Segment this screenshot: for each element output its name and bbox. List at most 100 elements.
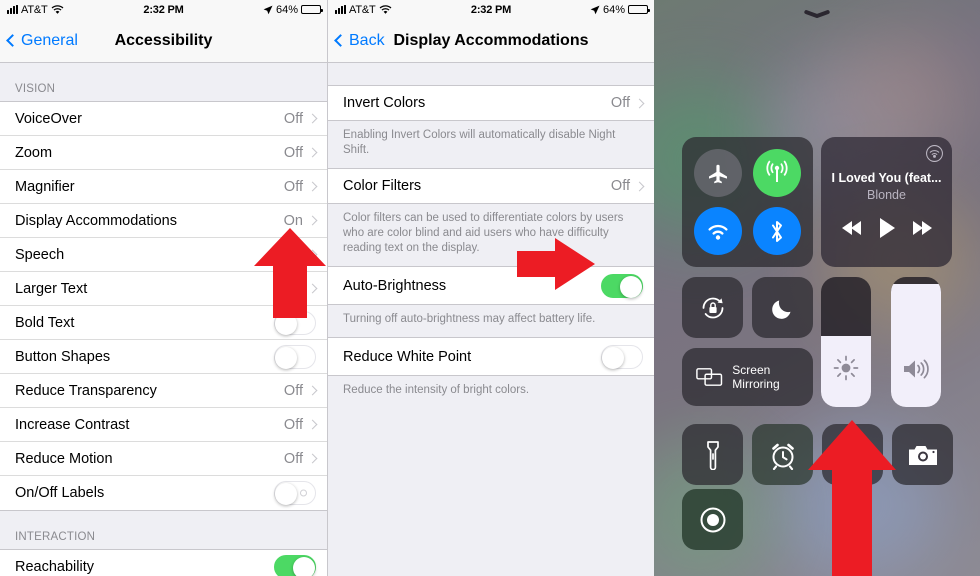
- battery-icon: [301, 5, 323, 14]
- bluetooth-button[interactable]: [753, 207, 801, 255]
- screen-recording-button[interactable]: [682, 489, 743, 550]
- back-button-label: Back: [349, 31, 385, 49]
- location-arrow-icon: [263, 5, 273, 14]
- battery-percent-label: 64%: [275, 3, 298, 16]
- chevron-left-icon: [334, 34, 347, 47]
- chevron-right-icon: [307, 147, 318, 158]
- reachability-toggle[interactable]: [274, 555, 316, 576]
- row-label: Reduce Motion: [15, 450, 113, 467]
- arrow-auto-brightness-toggle: [517, 238, 595, 290]
- auto-brightness-section: Auto-Brightness: [328, 266, 654, 305]
- row-value: Off: [283, 178, 303, 195]
- volume-icon: [891, 357, 941, 381]
- row-magnifier[interactable]: Magnifier Off: [0, 170, 327, 204]
- play-icon[interactable]: [878, 217, 896, 239]
- chevron-down-grabber-icon[interactable]: [804, 12, 830, 22]
- media-card: I Loved You (feat... Blonde: [821, 137, 952, 267]
- chevron-left-icon: [6, 34, 19, 47]
- row-value: On: [283, 212, 303, 229]
- row-button-shapes[interactable]: Button Shapes: [0, 340, 327, 374]
- row-value: Off: [283, 110, 303, 127]
- brightness-slider[interactable]: [821, 277, 871, 407]
- screen-mirroring-label: Screen Mirroring: [732, 363, 780, 391]
- cellular-data-button[interactable]: [753, 149, 801, 197]
- row-increase-contrast[interactable]: Increase Contrast Off: [0, 408, 327, 442]
- note-reduce-white-point: Reduce the intensity of bright colors.: [328, 376, 654, 408]
- row-label: Increase Contrast: [15, 416, 130, 433]
- row-label: VoiceOver: [15, 110, 82, 127]
- chevron-right-icon: [307, 113, 318, 124]
- auto-brightness-toggle[interactable]: [601, 273, 643, 298]
- on-off-labels-toggle[interactable]: [274, 481, 316, 505]
- rewind-icon[interactable]: [841, 220, 863, 236]
- invert-colors-section: Invert Colors Off: [328, 85, 654, 121]
- row-reduce-white-point[interactable]: Reduce White Point: [328, 338, 654, 375]
- row-on-off-labels[interactable]: On/Off Labels: [0, 476, 327, 510]
- volume-slider[interactable]: [891, 277, 941, 407]
- row-label: Zoom: [15, 144, 53, 161]
- row-label: Button Shapes: [15, 348, 111, 365]
- note-invert-colors: Enabling Invert Colors will automaticall…: [328, 121, 654, 168]
- row-invert-colors[interactable]: Invert Colors Off: [328, 86, 654, 120]
- flashlight-button[interactable]: [682, 424, 743, 485]
- rotation-lock-button[interactable]: [682, 277, 743, 338]
- chevron-right-icon: [307, 453, 318, 464]
- row-reachability[interactable]: Reachability: [0, 550, 327, 576]
- media-title: I Loved You (feat...: [831, 171, 942, 185]
- chevron-right-icon: [634, 181, 645, 191]
- row-voiceover[interactable]: VoiceOver Off: [0, 102, 327, 136]
- group-header-interaction: INTERACTION: [15, 531, 96, 543]
- chevron-right-icon: [307, 419, 318, 430]
- row-label: On/Off Labels: [15, 485, 105, 501]
- row-value: Off: [610, 95, 630, 111]
- do-not-disturb-button[interactable]: [752, 277, 813, 338]
- wifi-icon: [708, 224, 728, 240]
- status-bar: AT&T 2:32 PM 64%: [328, 0, 654, 19]
- row-label: Display Accommodations: [15, 212, 177, 229]
- control-center-panel: I Loved You (feat... Blonde Screen Mirro…: [654, 0, 980, 576]
- row-reduce-transparency[interactable]: Reduce Transparency Off: [0, 374, 327, 408]
- group-header-vision: VISION: [15, 83, 56, 95]
- bluetooth-icon: [772, 220, 782, 242]
- battery-icon: [628, 5, 650, 14]
- screen-mirroring-button[interactable]: Screen Mirroring: [682, 348, 813, 406]
- row-label: Reduce White Point: [343, 348, 472, 365]
- connectivity-card: [682, 137, 813, 267]
- chevron-right-icon: [307, 385, 318, 396]
- chevron-right-icon: [307, 215, 318, 226]
- row-label: Bold Text: [15, 314, 75, 331]
- row-reduce-motion[interactable]: Reduce Motion Off: [0, 442, 327, 476]
- row-label: Invert Colors: [343, 95, 426, 111]
- back-button[interactable]: Back: [334, 31, 385, 50]
- battery-percent-label: 64%: [602, 3, 625, 16]
- row-value: Off: [283, 144, 303, 161]
- button-shapes-toggle[interactable]: [274, 344, 316, 369]
- back-button-general[interactable]: General: [6, 31, 78, 50]
- arrow-display-accommodations: [254, 228, 326, 318]
- airplay-icon[interactable]: [926, 145, 943, 162]
- accessibility-panel: AT&T 2:32 PM 64% General Accessibility V…: [0, 0, 327, 576]
- media-controls: [821, 217, 952, 239]
- navigation-bar: General Accessibility: [0, 19, 327, 63]
- row-auto-brightness[interactable]: Auto-Brightness: [328, 267, 654, 304]
- row-value: Off: [283, 382, 303, 399]
- camera-button[interactable]: [892, 424, 953, 485]
- row-color-filters[interactable]: Color Filters Off: [328, 169, 654, 203]
- display-accommodations-panel: AT&T 2:32 PM 64% Back Display Accommodat…: [327, 0, 654, 576]
- airplane-icon: [709, 164, 727, 184]
- arrow-brightness-slider: [808, 420, 896, 576]
- airplane-mode-button[interactable]: [694, 149, 742, 197]
- timer-button[interactable]: [752, 424, 813, 485]
- row-label: Magnifier: [15, 178, 75, 195]
- fast-forward-icon[interactable]: [911, 220, 933, 236]
- row-label: Reduce Transparency: [15, 382, 157, 399]
- back-button-label: General: [21, 31, 78, 49]
- flashlight-icon: [706, 440, 719, 470]
- navigation-bar: Back Display Accommodations: [328, 19, 654, 63]
- reduce-white-point-section: Reduce White Point: [328, 337, 654, 376]
- row-zoom[interactable]: Zoom Off: [0, 136, 327, 170]
- wifi-button[interactable]: [694, 207, 742, 255]
- chevron-right-icon: [634, 98, 645, 108]
- media-artist: Blonde: [867, 188, 906, 202]
- reduce-white-point-toggle[interactable]: [601, 344, 643, 369]
